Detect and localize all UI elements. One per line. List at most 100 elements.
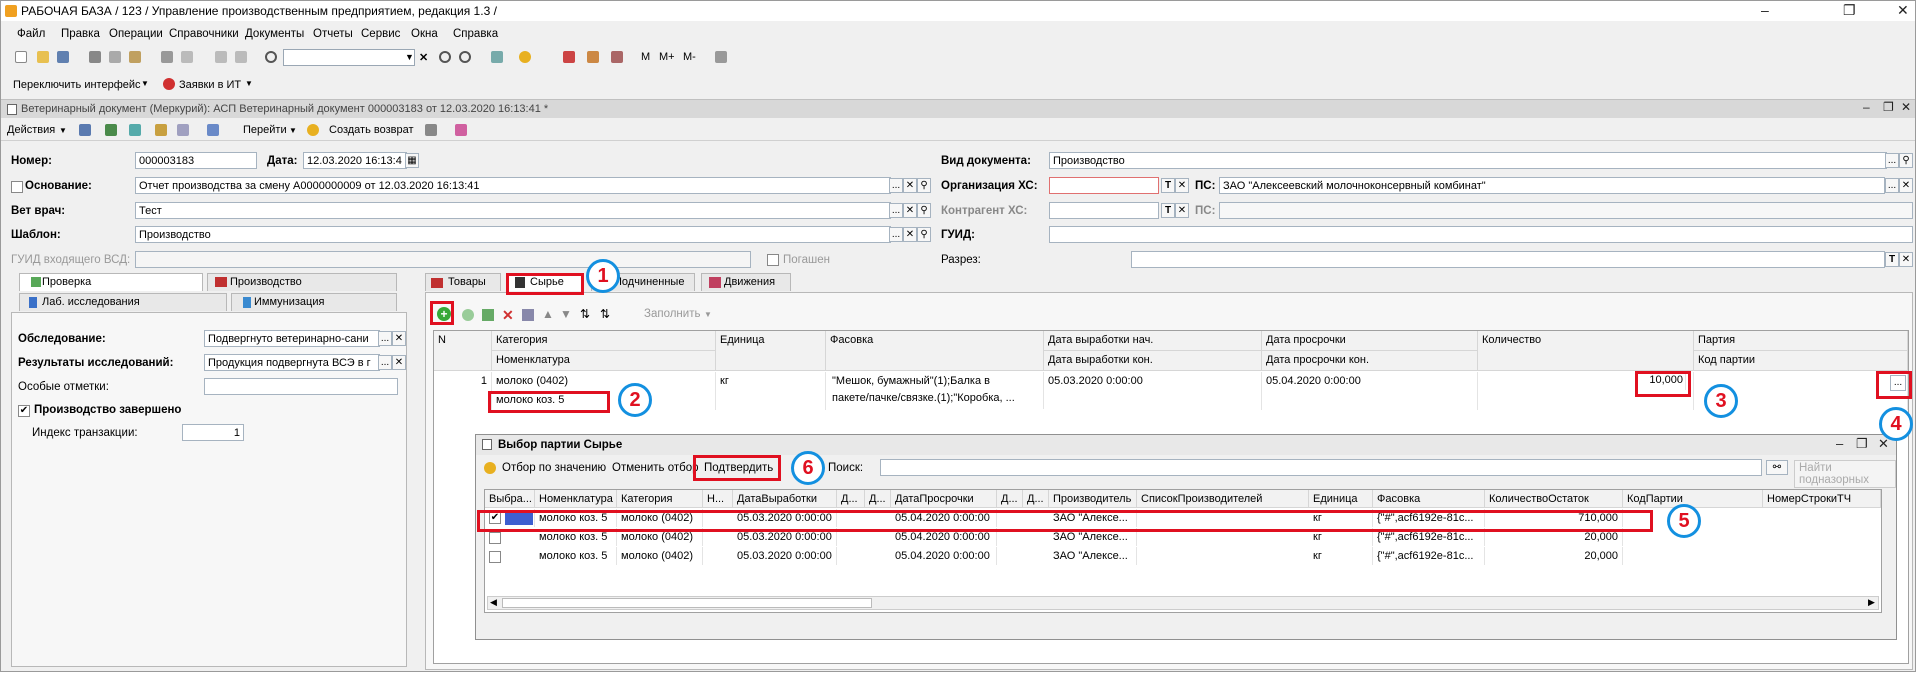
tab-lab[interactable]: Лаб. исследования <box>19 293 227 311</box>
memory-plus-button[interactable]: M+ <box>659 51 675 63</box>
switch-interface-button[interactable]: Переключить интерфейс <box>13 79 141 91</box>
delete-row-icon[interactable]: ✕ <box>502 307 514 324</box>
dialog-restore-icon[interactable]: ❐ <box>1856 436 1868 452</box>
cancel-filter-button[interactable]: Отменить отбор <box>612 462 699 474</box>
clear-search-icon[interactable]: ✕ <box>419 51 431 64</box>
guid-field[interactable] <box>1049 226 1913 243</box>
doc-type-select-button[interactable]: ... <box>1885 153 1899 168</box>
find-prev-icon[interactable] <box>459 51 471 63</box>
dialog-search-input[interactable] <box>880 459 1762 476</box>
actions-menu[interactable]: Действия <box>7 124 55 136</box>
row-select-checkbox[interactable] <box>489 551 501 563</box>
calc-icon[interactable] <box>563 51 575 63</box>
edit-row-icon[interactable] <box>482 309 494 321</box>
move-up-icon[interactable]: ▲ <box>542 307 554 321</box>
preview-icon[interactable] <box>181 51 193 63</box>
row-category[interactable]: молоко (0402) <box>617 528 703 546</box>
basis-clear-button[interactable]: ✕ <box>903 178 917 193</box>
memory-button[interactable]: M <box>641 51 650 63</box>
refresh-icon[interactable] <box>129 124 141 136</box>
scrollbar-thumb[interactable] <box>502 598 872 608</box>
row-prod-date[interactable]: 05.03.2020 0:00:00 <box>733 509 837 527</box>
menu-operations[interactable]: Операции <box>109 28 163 40</box>
open-icon[interactable] <box>37 51 49 63</box>
memory-minus-button[interactable]: M- <box>683 51 696 63</box>
template-select-button[interactable]: ... <box>889 227 903 242</box>
ps-field[interactable]: ЗАО "Алексеевский молочноконсервный комб… <box>1219 177 1885 194</box>
menu-file[interactable]: Файл <box>17 28 45 40</box>
horizontal-scrollbar[interactable]: ◀ ▶ <box>487 596 1879 610</box>
row-pack[interactable]: {"#",acf6192e-81c... <box>1373 547 1485 565</box>
find-next-icon[interactable] <box>439 51 451 63</box>
row-prod-date[interactable]: 05.03.2020 0:00:00 <box>733 547 837 565</box>
prod-done-checkbox[interactable]: ✔ <box>18 405 30 417</box>
row-prod-start[interactable]: 05.03.2020 0:00:00 <box>1044 372 1262 410</box>
row-balance[interactable]: 20,000 <box>1485 528 1623 546</box>
row-balance[interactable]: 20,000 <box>1485 547 1623 565</box>
row-nomenclature[interactable]: молоко коз. 5 <box>535 509 617 527</box>
row-unit[interactable]: кг <box>1309 509 1373 527</box>
close-icon[interactable]: ✕ <box>1897 2 1909 19</box>
help-icon[interactable] <box>484 462 496 474</box>
row-category[interactable]: молоко (0402) <box>617 509 703 527</box>
move-down-icon[interactable]: ▼ <box>560 307 572 321</box>
row-balance[interactable]: 710,000 <box>1485 509 1623 527</box>
row-pack-line2[interactable]: пакете/пачке/связке.(1);"Коробка, ... <box>826 389 1044 409</box>
menu-reports[interactable]: Отчеты <box>313 28 353 40</box>
ps-select-button[interactable]: ... <box>1885 178 1899 193</box>
contractor-clear-button[interactable]: ✕ <box>1175 203 1189 218</box>
paste-icon[interactable] <box>129 51 141 63</box>
row-nomenclature[interactable]: молоко коз. 5 <box>535 528 617 546</box>
row-unit[interactable]: кг <box>1309 528 1373 546</box>
binoculars-icon[interactable]: ⚯ <box>1766 460 1788 475</box>
calendar-icon[interactable] <box>587 51 599 63</box>
exam-select-button[interactable]: ... <box>378 331 392 346</box>
date-field[interactable]: 12.03.2020 16:13:4 <box>303 152 407 169</box>
row-nomenclature[interactable]: молоко коз. 5 <box>535 547 617 565</box>
based-on-icon[interactable] <box>207 124 219 136</box>
contractor-type-button[interactable]: T <box>1161 203 1175 218</box>
index-field[interactable]: 1 <box>182 424 244 441</box>
menu-catalogs[interactable]: Справочники <box>169 28 239 40</box>
contractor-field[interactable] <box>1049 202 1159 219</box>
info-icon[interactable] <box>519 51 531 63</box>
row-nomenclature[interactable]: молоко коз. 5 <box>492 391 716 410</box>
sort-asc-icon[interactable]: ⇅ <box>580 307 590 321</box>
tab-production[interactable]: Производство <box>207 273 397 291</box>
redo-icon[interactable] <box>235 51 247 63</box>
results-clear-button[interactable]: ✕ <box>392 355 406 370</box>
finish-edit-icon[interactable] <box>522 309 534 321</box>
dialog-minimize-icon[interactable]: – <box>1836 436 1843 451</box>
scroll-left-icon[interactable]: ◀ <box>490 597 497 608</box>
post-icon[interactable] <box>79 124 91 136</box>
menu-edit[interactable]: Правка <box>61 28 100 40</box>
row-select-checkbox[interactable] <box>489 532 501 544</box>
results-field[interactable]: Продукция подвергнута ВСЭ в г <box>204 354 380 371</box>
basis-select-button[interactable]: ... <box>889 178 903 193</box>
row-expiry[interactable]: 05.04.2020 0:00:00 <box>891 547 997 565</box>
menu-documents[interactable]: Документы <box>245 28 304 40</box>
exam-clear-button[interactable]: ✕ <box>392 331 406 346</box>
row-expiry[interactable]: 05.04.2020 0:00:00 <box>891 528 997 546</box>
copy-doc-icon[interactable] <box>155 124 167 136</box>
menu-help[interactable]: Справка <box>453 28 498 40</box>
row-prod-date[interactable]: 05.03.2020 0:00:00 <box>733 528 837 546</box>
it-requests-button[interactable]: Заявки в ИТ <box>179 79 241 91</box>
section-field[interactable] <box>1131 251 1885 268</box>
doc-type-search-icon[interactable]: ⚲ <box>1899 153 1913 168</box>
copy-row-icon[interactable] <box>462 309 474 321</box>
restore-icon[interactable]: ❐ <box>1843 2 1856 19</box>
search-combo[interactable] <box>283 49 415 66</box>
table-icon[interactable] <box>611 51 623 63</box>
windows-icon[interactable] <box>491 51 503 63</box>
row-quantity[interactable]: 10,000 <box>1646 374 1686 390</box>
print-icon[interactable] <box>161 51 173 63</box>
row-unit[interactable]: кг <box>1309 547 1373 565</box>
calendar-button[interactable]: ▦ <box>405 153 419 168</box>
confirm-button[interactable]: Подтвердить <box>704 462 773 474</box>
save-doc-icon[interactable] <box>105 124 117 136</box>
mercury-icon[interactable] <box>455 124 467 136</box>
ps-clear-button[interactable]: ✕ <box>1899 178 1913 193</box>
template-search-icon[interactable]: ⚲ <box>917 227 931 242</box>
template-clear-button[interactable]: ✕ <box>903 227 917 242</box>
